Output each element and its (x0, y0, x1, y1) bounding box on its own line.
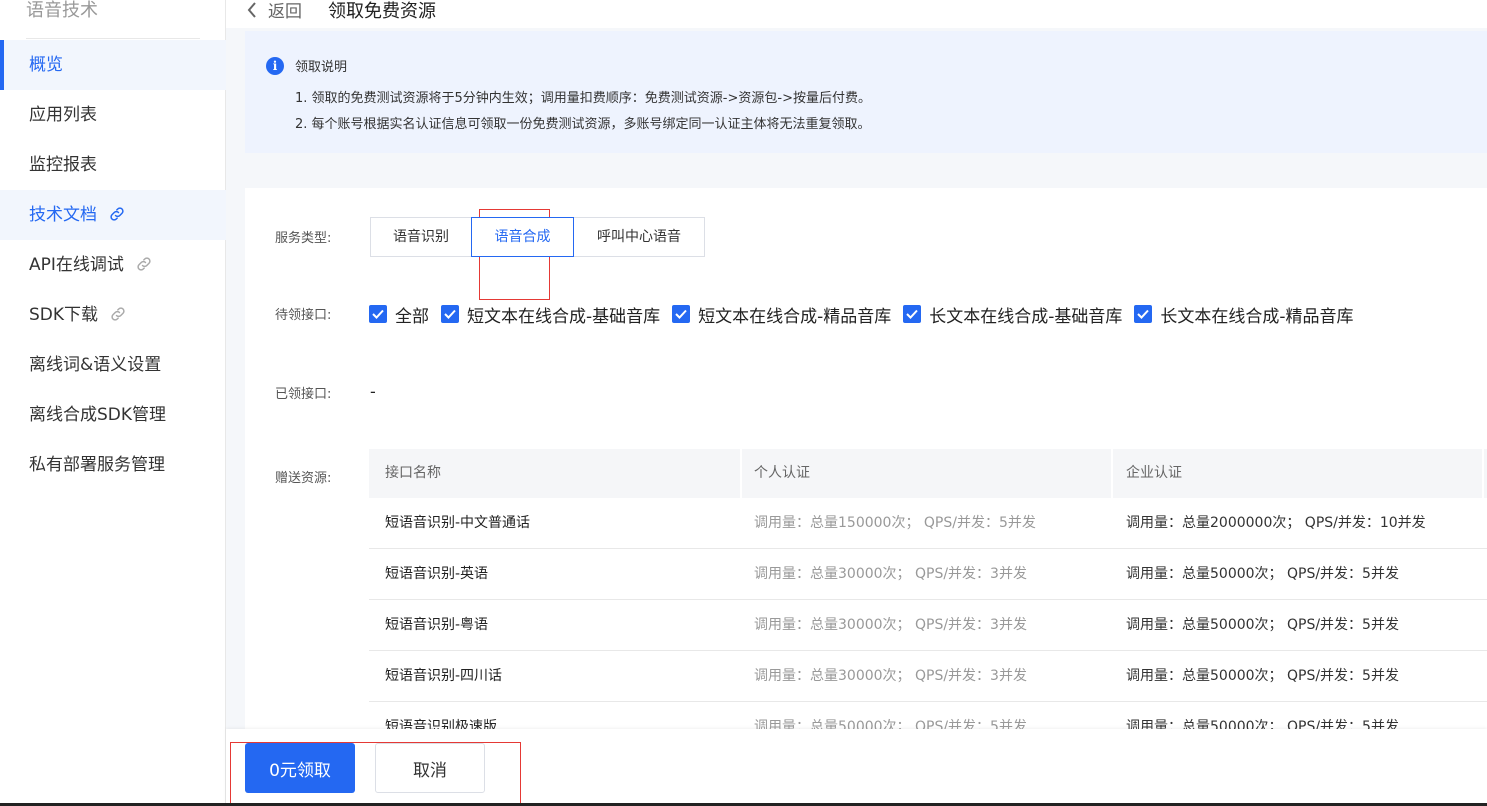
table-row: 短语音识别-粤语 调用量：总量30000次； QPS/并发：3并发 调用量：总量… (369, 600, 1487, 651)
sidebar-item-monitor-report[interactable]: 监控报表 (0, 140, 226, 190)
sidebar-divider (26, 38, 200, 39)
cell-personal: 调用量：总量150000次； QPS/并发：5并发 (754, 515, 1036, 531)
sidebar-title: 语音技术 (26, 0, 98, 21)
tab-call-center-speech[interactable]: 呼叫中心语音 (573, 217, 705, 257)
column-header-enterprise: 企业认证 (1126, 465, 1182, 481)
cell-interface: 短语音识别-英语 (385, 566, 489, 582)
sidebar-item-label: 技术文档 (29, 205, 97, 225)
chevron-left-icon[interactable] (244, 0, 260, 20)
link-icon (137, 257, 151, 271)
pending-interfaces-group: 全部 短文本在线合成-基础音库 短文本在线合成-精品音库 长文本在线合成-基础音… (369, 302, 1366, 327)
sidebar-item-private-deploy[interactable]: 私有部署服务管理 (0, 440, 226, 490)
table-row: 短语音识别-中文普通话 调用量：总量150000次； QPS/并发：5并发 调用… (369, 498, 1487, 549)
sidebar-item-label: SDK下载 (29, 305, 99, 325)
sidebar-item-app-list[interactable]: 应用列表 (0, 90, 226, 140)
column-header-interface: 接口名称 (385, 465, 441, 481)
table-row: 短语音识别-四川话 调用量：总量30000次； QPS/并发：3并发 调用量：总… (369, 651, 1487, 702)
link-icon (110, 207, 125, 221)
sidebar-item-label: 离线合成SDK管理 (29, 405, 167, 425)
column-header-personal: 个人认证 (754, 465, 810, 481)
back-link[interactable]: 返回 (268, 0, 302, 22)
page-title: 领取免费资源 (328, 1, 436, 22)
notice-line: 1. 领取的免费测试资源将于5分钟内生效；调用量扣费顺序：免费测试资源->资源包… (295, 91, 871, 106)
table-header: 接口名称 个人认证 企业认证 (369, 449, 1487, 498)
tab-speech-recognition[interactable]: 语音识别 (370, 217, 472, 257)
sidebar-item-label: API在线调试 (29, 255, 124, 275)
sidebar-item-sdk-download[interactable]: SDK下载 (0, 290, 226, 340)
checkbox-long-text-basic[interactable]: 长文本在线合成-基础音库 (903, 302, 1122, 327)
notice-title: 领取说明 (295, 60, 348, 75)
sidebar-item-offline-words[interactable]: 离线词&语义设置 (0, 340, 226, 390)
claimed-interfaces-value: - (370, 382, 376, 401)
tab-speech-synthesis[interactable]: 语音合成 (471, 217, 574, 257)
pending-interfaces-label: 待领接口: (275, 308, 332, 323)
sidebar-item-offline-tts-sdk[interactable]: 离线合成SDK管理 (0, 390, 226, 440)
checkbox-checked-icon[interactable] (369, 305, 387, 323)
resource-table: 接口名称 个人认证 企业认证 短语音识别-中文普通话 调用量：总量150000次… (369, 449, 1487, 743)
sidebar-item-label: 私有部署服务管理 (29, 455, 165, 475)
checkbox-long-text-premium[interactable]: 长文本在线合成-精品音库 (1134, 302, 1354, 327)
sidebar-item-label: 概览 (29, 55, 63, 75)
claim-free-button[interactable]: 0元领取 (245, 743, 355, 793)
page-header: 返回 领取免费资源 (226, 0, 1487, 28)
link-icon (111, 307, 126, 321)
gift-resources-label: 赠送资源: (275, 471, 332, 486)
claimed-interfaces-label: 已领接口: (275, 387, 332, 402)
action-footer: 0元领取 取消 (226, 729, 1487, 806)
sidebar-item-label: 离线词&语义设置 (29, 355, 162, 375)
cell-personal: 调用量：总量30000次； QPS/并发：3并发 (754, 668, 1027, 684)
sidebar-item-label: 应用列表 (29, 105, 97, 125)
cell-interface: 短语音识别-四川话 (385, 668, 503, 684)
table-row: 短语音识别-英语 调用量：总量30000次； QPS/并发：3并发 调用量：总量… (369, 549, 1487, 600)
checkbox-label: 短文本在线合成-基础音库 (467, 306, 661, 327)
checkbox-label: 短文本在线合成-精品音库 (698, 306, 892, 327)
sidebar-item-api-debug[interactable]: API在线调试 (0, 240, 226, 290)
cell-enterprise: 调用量：总量50000次； QPS/并发：5并发 (1126, 668, 1399, 684)
sidebar-item-label: 监控报表 (29, 155, 97, 175)
sidebar-item-overview[interactable]: 概览 (0, 40, 226, 90)
notice-panel: i 领取说明 1. 领取的免费测试资源将于5分钟内生效；调用量扣费顺序：免费测试… (245, 31, 1487, 153)
checkbox-short-text-basic[interactable]: 短文本在线合成-基础音库 (441, 302, 660, 327)
checkbox-all[interactable]: 全部 (369, 302, 429, 327)
checkbox-checked-icon[interactable] (441, 305, 459, 323)
column-divider (1482, 449, 1484, 498)
claim-form-card: 服务类型: 语音识别 语音合成 呼叫中心语音 待领接口: 全部 短文本在线合成-… (245, 188, 1487, 743)
checkbox-checked-icon[interactable] (1134, 305, 1153, 323)
cancel-button[interactable]: 取消 (375, 743, 485, 793)
service-type-label: 服务类型: (275, 231, 332, 246)
cell-enterprise: 调用量：总量50000次； QPS/并发：5并发 (1126, 617, 1399, 633)
checkbox-short-text-premium[interactable]: 短文本在线合成-精品音库 (672, 302, 891, 327)
cell-enterprise: 调用量：总量50000次； QPS/并发：5并发 (1126, 566, 1399, 582)
cell-personal: 调用量：总量30000次； QPS/并发：3并发 (754, 566, 1027, 582)
checkbox-label: 全部 (395, 306, 429, 327)
info-icon: i (266, 57, 284, 75)
cell-enterprise: 调用量：总量2000000次； QPS/并发：10并发 (1126, 515, 1426, 531)
sidebar-item-tech-docs[interactable]: 技术文档 (0, 190, 226, 240)
cell-personal: 调用量：总量30000次； QPS/并发：3并发 (754, 617, 1027, 633)
notice-line: 2. 每个账号根据实名认证信息可领取一份免费测试资源，多账号绑定同一认证主体将无… (295, 117, 871, 132)
checkbox-checked-icon[interactable] (672, 305, 691, 323)
sidebar: 语音技术 概览 应用列表 监控报表 技术文档 API在线调试 SDK下载 离线词… (0, 0, 226, 806)
checkbox-label: 长文本在线合成-精品音库 (1160, 306, 1354, 327)
checkbox-label: 长文本在线合成-基础音库 (929, 306, 1123, 327)
cell-interface: 短语音识别-粤语 (385, 617, 489, 633)
cell-interface: 短语音识别-中文普通话 (385, 515, 531, 531)
checkbox-checked-icon[interactable] (903, 305, 922, 323)
